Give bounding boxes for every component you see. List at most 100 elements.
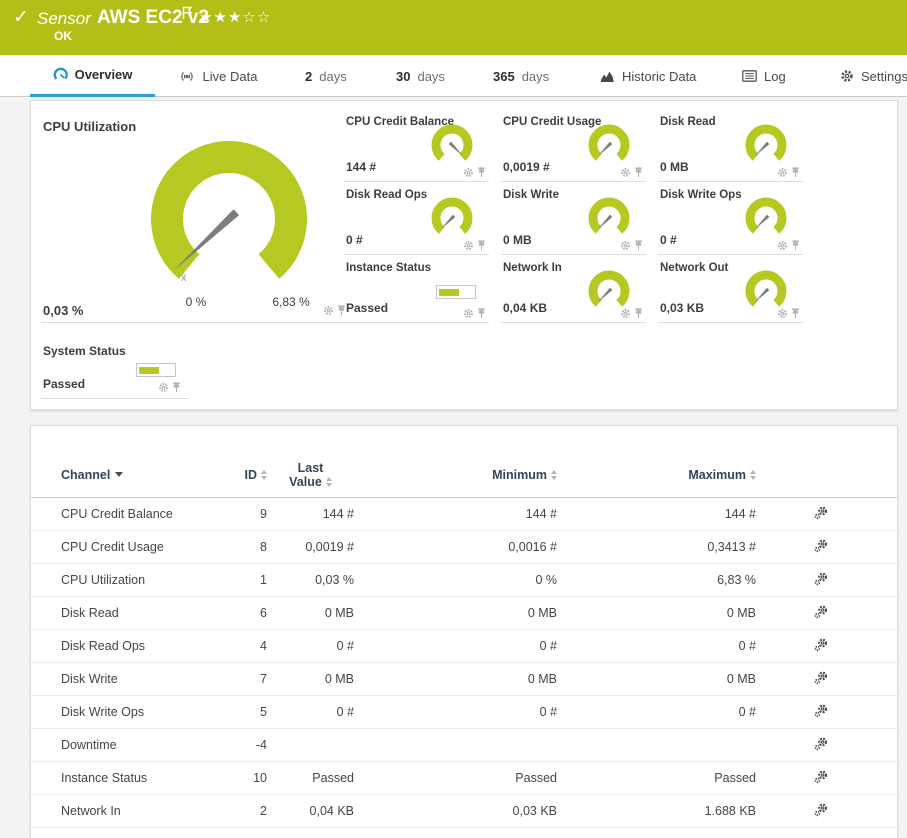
channel-id: 10	[253, 771, 267, 785]
col-header-channel[interactable]: Channel	[61, 468, 227, 482]
channel-settings-icon[interactable]	[814, 605, 828, 619]
maximum-value: Passed	[714, 771, 756, 785]
channel-settings-icon[interactable]	[814, 704, 828, 718]
minimum-value: 0,03 KB	[512, 804, 557, 818]
channel-name: Disk Write Ops	[61, 705, 145, 719]
channel-gear-icon[interactable]	[620, 308, 631, 319]
gauge-scale-min: 0 %	[185, 295, 207, 309]
tab-label: Log	[764, 68, 786, 84]
channel-gear-icon[interactable]	[323, 305, 334, 316]
gauge-value: 0,0019 #	[503, 160, 550, 174]
col-header-id[interactable]: ID	[227, 468, 267, 482]
sort-desc-icon	[115, 472, 124, 477]
tab-historic-data[interactable]: Historic Data	[600, 55, 696, 97]
gauge-value: 0 MB	[503, 233, 532, 247]
channel-settings-icon[interactable]	[814, 638, 828, 652]
tab-label: Overview	[74, 67, 133, 82]
channel-gear-icon[interactable]	[777, 167, 788, 178]
channel-settings-icon[interactable]	[814, 770, 828, 784]
pin-icon[interactable]	[172, 382, 181, 393]
sort-icon	[750, 469, 756, 480]
tab-number: 365	[493, 68, 515, 84]
gauge-value: 0 #	[660, 233, 677, 247]
table-row: CPU Credit Usage 8 0,0019 # 0,0016 # 0,3…	[31, 531, 897, 564]
sort-icon	[325, 476, 332, 487]
pin-icon[interactable]	[634, 240, 643, 251]
table-row: Disk Write 7 0 MB 0 MB 0 MB	[31, 663, 897, 696]
pin-icon[interactable]	[791, 240, 800, 251]
gauge-title: Disk Read Ops	[346, 189, 428, 201]
channel-gear-icon[interactable]	[777, 240, 788, 251]
chart-icon	[600, 70, 615, 83]
tab-overview[interactable]: Overview	[30, 55, 155, 97]
log-icon	[742, 70, 757, 82]
tab-log[interactable]: Log	[742, 55, 786, 97]
sensor-kind-label: Sensor	[37, 9, 91, 28]
gauge-cpu-credit-balance: CPU Credit Balance 144 #	[344, 109, 489, 182]
channel-gear-icon[interactable]	[620, 240, 631, 251]
gauge-arc	[745, 197, 787, 234]
channel-settings-icon[interactable]	[814, 671, 828, 685]
channel-name: Disk Read Ops	[61, 639, 146, 653]
gauge-value: 0,04 KB	[503, 301, 548, 315]
gauge-network-out: Network Out 0,03 KB	[658, 255, 803, 323]
channel-name: CPU Credit Usage	[61, 540, 164, 554]
tab-365-days[interactable]: 365 days	[493, 55, 549, 97]
col-header-last-value[interactable]: Last Value	[267, 461, 354, 489]
tab-label: days	[521, 68, 550, 84]
tab-number: 2	[305, 68, 313, 84]
channel-settings-icon[interactable]	[814, 539, 828, 553]
pin-icon[interactable]	[634, 308, 643, 319]
pin-icon[interactable]	[477, 308, 486, 319]
col-header-minimum[interactable]: Minimum	[354, 468, 557, 482]
tab-2-days[interactable]: 2 days	[305, 55, 347, 97]
table-row: Disk Read Ops 4 0 # 0 # 0 #	[31, 630, 897, 663]
last-value: 0 #	[336, 705, 354, 719]
channel-settings-icon[interactable]	[814, 737, 828, 751]
maximum-value: 0 #	[738, 705, 756, 719]
channel-settings-icon[interactable]	[814, 803, 828, 817]
channel-gear-icon[interactable]	[620, 167, 631, 178]
pin-icon[interactable]	[477, 240, 486, 251]
ok-check-icon: ✓	[13, 7, 29, 28]
gauge-value: 0 MB	[660, 160, 689, 174]
channel-gear-icon[interactable]	[158, 382, 169, 393]
gauge-title: Disk Write Ops	[660, 189, 742, 201]
pin-icon[interactable]	[791, 167, 800, 178]
gauge-cpu-utilization: CPU Utilization x̄ 0 % 6,83 % 0,03 %	[41, 101, 346, 323]
channel-gear-icon[interactable]	[463, 240, 474, 251]
gauge-title: System Status	[43, 344, 126, 358]
pin-icon[interactable]	[791, 308, 800, 319]
gauge-title: Network In	[503, 262, 562, 274]
gauge-title: Instance Status	[346, 262, 431, 274]
gauge-instance-status: Instance Status Passed	[344, 255, 489, 323]
gauge-scale-max: 6,83 %	[272, 295, 310, 309]
channel-gear-icon[interactable]	[463, 167, 474, 178]
minimum-value: 0 MB	[527, 606, 557, 620]
channel-gear-icon[interactable]	[463, 308, 474, 319]
minimum-value: 0,0016 #	[508, 540, 557, 554]
pin-icon[interactable]	[634, 167, 643, 178]
table-row: Downtime -4	[31, 729, 897, 762]
maximum-value: 0 MB	[726, 672, 756, 686]
last-value: 0 #	[336, 639, 354, 653]
channel-settings-icon[interactable]	[814, 572, 828, 586]
gauge-arc	[588, 270, 630, 307]
tab-label: Historic Data	[622, 68, 697, 84]
col-header-maximum[interactable]: Maximum	[557, 468, 756, 482]
channel-settings-icon[interactable]	[814, 506, 828, 520]
broadcast-icon	[178, 70, 196, 83]
gauge-network-in: Network In 0,04 KB	[501, 255, 646, 323]
tab-label: days	[319, 68, 347, 84]
tab-live-data[interactable]: Live Data	[170, 55, 265, 97]
priority-stars[interactable]: ★★★☆☆	[199, 8, 271, 26]
pin-icon[interactable]	[477, 167, 486, 178]
tab-settings[interactable]: Settings	[840, 55, 907, 97]
channel-id: 6	[260, 606, 267, 620]
tab-30-days[interactable]: 30 days	[396, 55, 445, 97]
mean-marker: x̄	[181, 272, 187, 284]
maximum-value: 144 #	[724, 507, 756, 521]
gauge-value: Passed	[346, 301, 389, 315]
priority-flag-icon[interactable]	[182, 6, 193, 25]
channel-gear-icon[interactable]	[777, 308, 788, 319]
